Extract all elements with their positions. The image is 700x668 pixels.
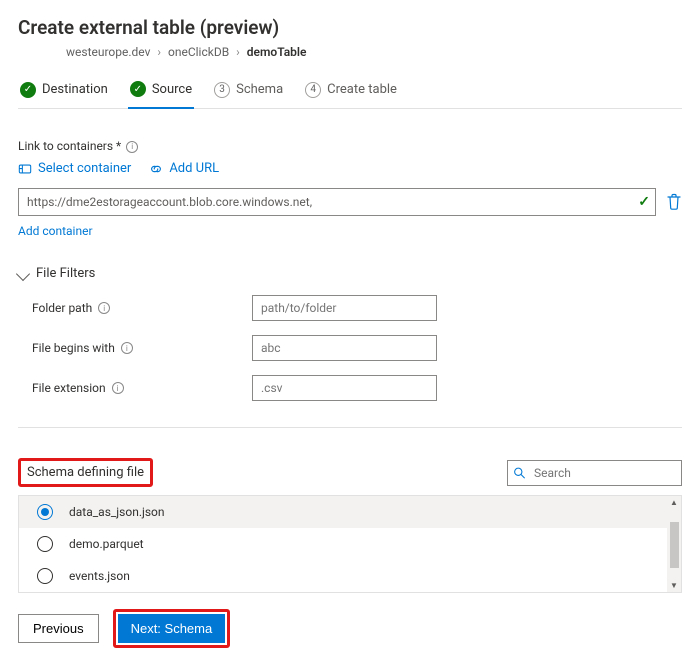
- info-icon[interactable]: i: [112, 382, 124, 394]
- file-extension-label: File extension i: [32, 381, 252, 395]
- scroll-thumb[interactable]: [670, 522, 679, 568]
- file-name: events.json: [69, 569, 130, 583]
- action-label: Select container: [38, 161, 131, 176]
- container-url-input[interactable]: [18, 188, 656, 216]
- wizard-steps: Destination Source 3 Schema 4 Create tab…: [18, 75, 682, 109]
- scroll-up-icon[interactable]: ▲: [670, 498, 678, 507]
- step-create-table[interactable]: 4 Create table: [303, 76, 399, 108]
- next-button[interactable]: Next: Schema: [118, 614, 226, 643]
- chevron-right-icon: ›: [157, 45, 161, 59]
- breadcrumb: westeurope.dev › oneClickDB › demoTable: [66, 45, 682, 59]
- info-icon[interactable]: i: [126, 141, 138, 153]
- delete-icon[interactable]: [666, 193, 682, 211]
- callout-highlight: Schema defining file: [18, 458, 153, 487]
- step-schema[interactable]: 3 Schema: [212, 76, 285, 108]
- breadcrumb-item-current: demoTable: [247, 45, 307, 59]
- section-heading-schema-file: Schema defining file: [27, 465, 144, 480]
- step-label: Source: [152, 82, 192, 97]
- divider: [18, 427, 682, 428]
- file-name: data_as_json.json: [69, 505, 165, 519]
- folder-path-input[interactable]: [252, 295, 437, 321]
- breadcrumb-item[interactable]: westeurope.dev: [66, 45, 150, 59]
- info-icon[interactable]: i: [98, 302, 110, 314]
- file-extension-input[interactable]: [252, 375, 437, 401]
- container-icon: [18, 162, 32, 176]
- valid-check-icon: ✓: [638, 194, 650, 210]
- scroll-down-icon[interactable]: ▼: [670, 581, 678, 590]
- scrollbar[interactable]: ▲ ▼: [667, 496, 681, 592]
- add-url-link[interactable]: Add URL: [149, 161, 219, 176]
- step-label: Destination: [42, 82, 108, 97]
- file-begins-with-label: File begins with i: [32, 341, 252, 355]
- check-icon: [20, 82, 36, 98]
- previous-button[interactable]: Previous: [18, 614, 99, 643]
- step-label: Create table: [327, 82, 397, 97]
- folder-path-label: Folder path i: [32, 301, 252, 315]
- page-title: Create external table (preview): [18, 16, 682, 39]
- step-number: 4: [305, 82, 321, 98]
- step-label: Schema: [236, 82, 283, 97]
- container-url-field[interactable]: ✓: [18, 188, 656, 216]
- step-destination[interactable]: Destination: [18, 76, 110, 108]
- section-heading-containers: Link to containers i: [18, 139, 682, 153]
- section-heading-filters: File Filters: [36, 266, 95, 281]
- radio[interactable]: [37, 568, 53, 584]
- search-input[interactable]: [507, 460, 682, 486]
- step-number: 3: [214, 82, 230, 98]
- radio[interactable]: [37, 536, 53, 552]
- breadcrumb-item[interactable]: oneClickDB: [168, 45, 229, 59]
- search-icon: [513, 466, 526, 479]
- file-name: demo.parquet: [69, 537, 144, 551]
- file-begins-with-input[interactable]: [252, 335, 437, 361]
- action-label: Add URL: [169, 161, 219, 176]
- step-source[interactable]: Source: [128, 75, 194, 109]
- schema-file-list: data_as_json.json demo.parquet events.js…: [18, 495, 682, 593]
- list-item[interactable]: demo.parquet: [19, 528, 681, 560]
- list-item[interactable]: events.json: [19, 560, 681, 592]
- check-icon: [130, 81, 146, 97]
- add-container-link[interactable]: Add container: [18, 224, 93, 238]
- link-icon: [149, 162, 163, 176]
- callout-highlight: Next: Schema: [113, 609, 231, 648]
- info-icon[interactable]: i: [121, 342, 133, 354]
- radio[interactable]: [37, 504, 53, 520]
- file-filters-toggle[interactable]: File Filters: [18, 266, 682, 281]
- list-item[interactable]: data_as_json.json: [19, 496, 681, 528]
- select-container-link[interactable]: Select container: [18, 161, 131, 176]
- chevron-down-icon: [16, 266, 30, 280]
- chevron-right-icon: ›: [236, 45, 240, 59]
